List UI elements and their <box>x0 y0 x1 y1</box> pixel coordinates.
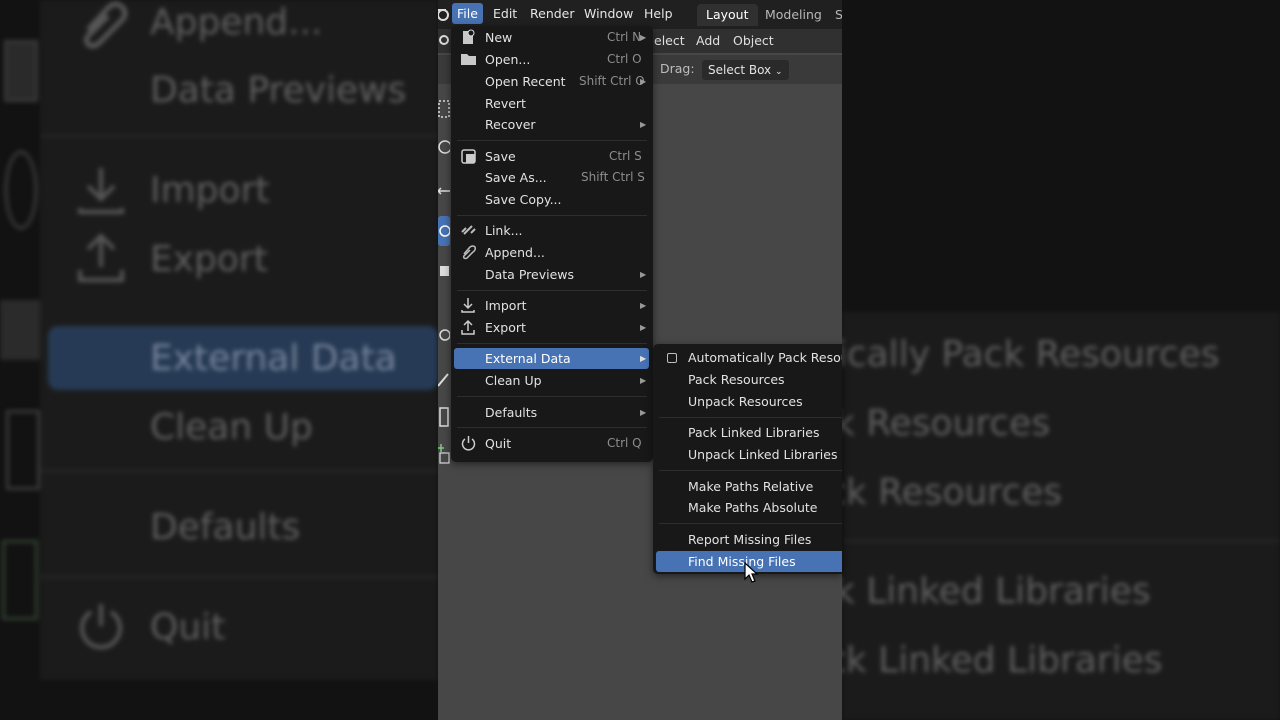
add-cube-icon[interactable] <box>438 444 450 464</box>
submenu-arrow-icon: ▶ <box>640 354 647 363</box>
top-menu-bar: File Edit Render Window Help Layout Mode… <box>438 0 842 29</box>
folder-icon <box>460 51 477 68</box>
file-menu: New Ctrl N ▶ Open... Ctrl O Open Recent … <box>451 26 653 462</box>
rotate-icon[interactable] <box>438 216 451 246</box>
mouse-pointer-icon <box>744 561 760 584</box>
menu-window[interactable]: Window <box>579 3 638 24</box>
cursor-tool-icon[interactable] <box>438 32 450 50</box>
zoomed-background-right: Automatically Pack Resources Pack Resour… <box>842 0 1280 720</box>
bg-unpack-resources-text: Unpack Resources <box>842 472 1063 513</box>
file-menu-append[interactable]: Append... <box>451 242 653 263</box>
bg-external-data-text: External Data <box>150 338 397 379</box>
ext-unpack-linked-libraries[interactable]: Unpack Linked Libraries <box>653 444 842 465</box>
menu-render[interactable]: Render <box>525 3 580 24</box>
new-file-icon <box>460 29 477 46</box>
file-menu-clean-up[interactable]: Clean Up ▶ <box>451 370 653 391</box>
power-icon <box>460 435 477 452</box>
submenu-arrow-icon: ▶ <box>640 301 647 310</box>
file-menu-save[interactable]: Save Ctrl S <box>451 146 653 167</box>
file-menu-save-copy[interactable]: Save Copy... <box>451 189 653 210</box>
ext-pack-resources[interactable]: Pack Resources <box>653 369 842 390</box>
submenu-arrow-icon: ▶ <box>640 270 647 279</box>
drag-label: Drag: <box>660 61 695 76</box>
ext-auto-pack-resources[interactable]: Automatically Pack Resources <box>653 347 842 368</box>
measure-icon[interactable] <box>438 406 450 427</box>
save-icon <box>460 148 477 165</box>
paperclip-icon <box>460 244 477 261</box>
bg-quit-text: Quit <box>150 607 226 648</box>
bg-append-text: Append... <box>150 2 323 43</box>
header-select-menu[interactable]: elect <box>654 31 685 51</box>
bg-clean-up-text: Clean Up <box>150 407 313 448</box>
submenu-arrow-icon: ▶ <box>640 120 647 129</box>
file-menu-new[interactable]: New Ctrl N ▶ <box>451 27 653 48</box>
ext-pack-linked-libraries[interactable]: Pack Linked Libraries <box>653 422 842 443</box>
checkbox-icon[interactable] <box>667 353 677 363</box>
toolbar-strip <box>438 30 452 464</box>
blender-logo-icon[interactable] <box>438 5 450 23</box>
file-menu-open-recent[interactable]: Open Recent Shift Ctrl O ▶ <box>451 71 653 92</box>
export-icon <box>460 319 477 336</box>
header-object-menu[interactable]: Object <box>733 31 774 51</box>
bg-data-previews-text: Data Previews <box>150 70 407 111</box>
header-add-menu[interactable]: Add <box>696 31 720 51</box>
menu-edit[interactable]: Edit <box>488 3 522 24</box>
submenu-arrow-icon: ▶ <box>640 376 647 385</box>
file-menu-defaults[interactable]: Defaults ▶ <box>451 402 653 423</box>
export-icon <box>76 232 126 288</box>
submenu-arrow-icon: ▶ <box>640 33 647 42</box>
file-menu-data-previews[interactable]: Data Previews ▶ <box>451 264 653 285</box>
file-menu-link[interactable]: Link... <box>451 220 653 241</box>
bg-pack-linked-text: Pack Linked Libraries <box>842 571 1151 612</box>
import-icon <box>76 164 126 220</box>
ext-make-paths-absolute[interactable]: Make Paths Absolute <box>653 497 842 518</box>
submenu-arrow-icon: ▶ <box>640 323 647 332</box>
submenu-arrow-icon: ▶ <box>640 408 647 417</box>
bg-export-text: Export <box>150 239 268 280</box>
cursor-icon[interactable] <box>438 138 452 156</box>
file-menu-external-data[interactable]: External Data ▶ <box>454 348 649 369</box>
zoomed-background-left: Append... Data Previews Import Export Ex… <box>0 0 438 720</box>
file-menu-quit[interactable]: Quit Ctrl Q <box>451 433 653 454</box>
menu-file[interactable]: File <box>452 3 483 24</box>
file-menu-open[interactable]: Open... Ctrl O <box>451 49 653 70</box>
ext-report-missing-files[interactable]: Report Missing Files <box>653 529 842 550</box>
file-menu-recover[interactable]: Recover ▶ <box>451 114 653 135</box>
drag-select-value: Select Box <box>708 63 772 77</box>
ext-unpack-resources[interactable]: Unpack Resources <box>653 391 842 412</box>
select-box-icon[interactable] <box>438 100 450 118</box>
tab-layout[interactable]: Layout <box>697 4 758 26</box>
power-icon <box>76 600 126 656</box>
file-menu-save-as[interactable]: Save As... Shift Ctrl S <box>451 167 653 188</box>
tab-sculpting[interactable]: S <box>826 4 842 26</box>
submenu-arrow-icon: ▶ <box>640 77 647 86</box>
move-icon[interactable] <box>438 182 450 200</box>
chevron-down-icon: ⌄ <box>774 67 783 77</box>
screen: Append... Data Previews Import Export Ex… <box>0 0 1280 720</box>
bg-auto-pack-text: Automatically Pack Resources <box>842 334 1220 375</box>
paperclip-icon <box>78 0 130 54</box>
file-menu-revert[interactable]: Revert <box>451 93 653 114</box>
transform-icon[interactable] <box>438 326 451 344</box>
bg-import-text: Import <box>150 170 270 211</box>
tab-modeling[interactable]: Modeling <box>756 4 831 26</box>
ext-make-paths-relative[interactable]: Make Paths Relative <box>653 476 842 497</box>
import-icon <box>460 297 477 314</box>
bg-defaults-text: Defaults <box>150 507 301 548</box>
bg-pack-resources-text: Pack Resources <box>842 403 1051 444</box>
annotate-icon[interactable] <box>438 370 450 388</box>
drag-select-dropdown[interactable]: Select Box ⌄ <box>702 60 789 80</box>
bg-unpack-linked-text: Unpack Linked Libraries <box>842 640 1163 681</box>
external-data-submenu: Automatically Pack Resources Pack Resour… <box>653 344 842 574</box>
menu-help[interactable]: Help <box>639 3 678 24</box>
link-icon <box>460 222 477 239</box>
file-menu-export[interactable]: Export ▶ <box>451 317 653 338</box>
file-menu-import[interactable]: Import ▶ <box>451 295 653 316</box>
scale-icon[interactable] <box>438 262 450 280</box>
